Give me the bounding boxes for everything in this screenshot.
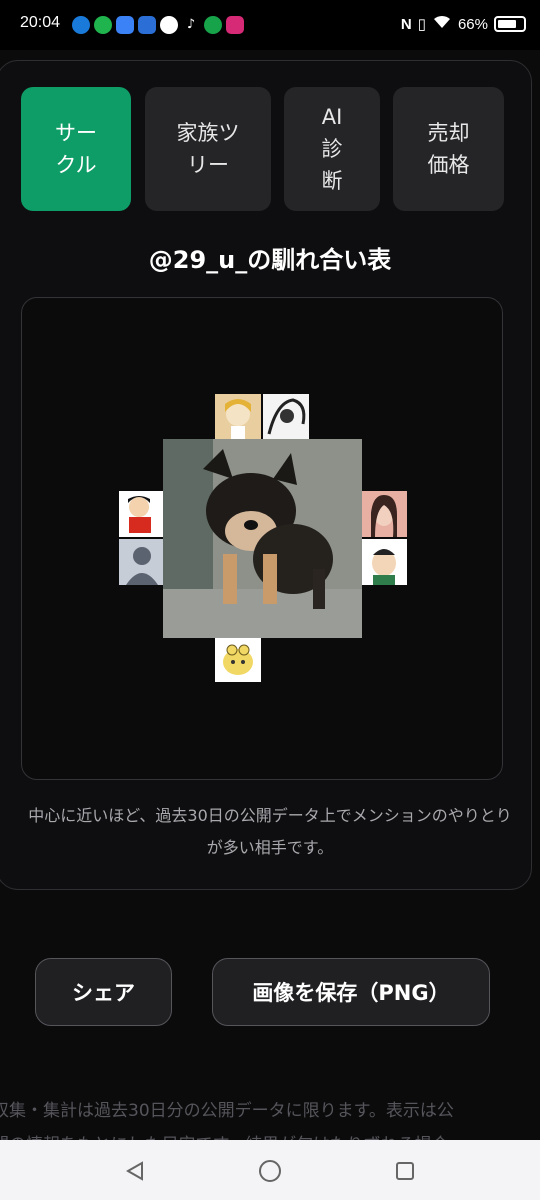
tab-sale-price[interactable]: 売却 価格 [393, 87, 504, 211]
youtube-icon [138, 16, 156, 34]
upload-icon [204, 16, 222, 34]
avatar-center-dog[interactable] [163, 439, 362, 638]
tab-ai-diagnosis[interactable]: AI 診 断 [284, 87, 380, 211]
avatar-yellow-character[interactable] [215, 636, 261, 682]
instagram-icon [226, 16, 244, 34]
nfc-icon: N [400, 15, 412, 33]
avatar-samurai-cartoon[interactable] [361, 539, 407, 585]
home-icon[interactable] [255, 1156, 285, 1186]
footer-line-1: 収集・集計は過去30日分の公開データに限ります。表示は公 [0, 1101, 454, 1121]
notification-icons: ♪ [72, 16, 244, 34]
status-bar: 20:04 ♪ N ▯ 66% [0, 0, 540, 50]
battery-percent: 66% [457, 15, 488, 33]
avatar-default-user[interactable] [119, 539, 165, 585]
tab-sale-price-label: 売却 価格 [427, 121, 470, 177]
tab-family-tree-label: 家族ツ リー [176, 121, 240, 177]
share-button[interactable]: シェア [35, 958, 172, 1026]
avatar-anime-girl[interactable] [215, 394, 261, 440]
avatar-woman-photo[interactable] [361, 491, 407, 537]
save-image-button[interactable]: 画像を保存（PNG） [212, 958, 490, 1026]
system-nav-bar [0, 1140, 540, 1200]
circle-icon [160, 16, 178, 34]
tiktok-icon: ♪ [182, 16, 200, 34]
tab-ai-diagnosis-label: AI 診 断 [321, 105, 343, 193]
avatar-red-cartoon[interactable] [119, 491, 165, 537]
page-title: @29_u_の馴れ合い表 [148, 246, 392, 274]
status-time: 20:04 [20, 14, 61, 31]
facebook-icon [72, 16, 90, 34]
avatar-manga-sketch[interactable] [263, 394, 309, 440]
tab-circle[interactable]: サー クル [21, 87, 131, 211]
vibrate-icon: ▯ [417, 16, 426, 33]
line-icon [94, 16, 112, 34]
explanation-note: 中心に近いほど、過去30日の公開データ上でメンションのやりとりが多い相手です。 [28, 806, 512, 857]
save-image-button-label: 画像を保存（PNG） [252, 981, 450, 1005]
tab-family-tree[interactable]: 家族ツ リー [145, 87, 271, 211]
battery-icon [494, 16, 526, 32]
tab-circle-label: サー クル [55, 121, 97, 177]
share-button-label: シェア [72, 981, 135, 1005]
back-icon[interactable] [120, 1156, 150, 1186]
status-right: N ▯ 66% [401, 14, 526, 34]
browser-icon [116, 16, 134, 34]
wifi-icon [432, 14, 452, 34]
recents-icon[interactable] [390, 1156, 420, 1186]
